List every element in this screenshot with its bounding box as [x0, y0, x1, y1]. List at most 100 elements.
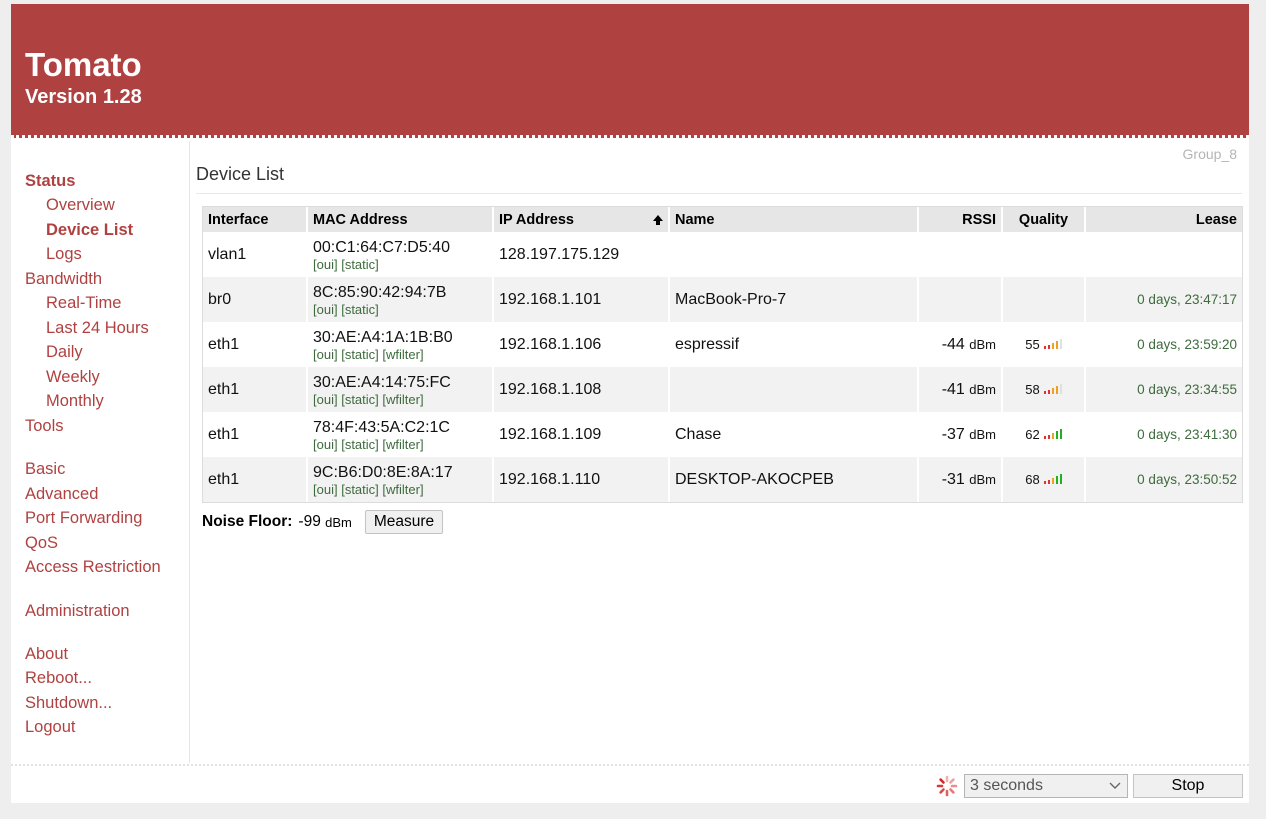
sidebar-item-status[interactable]: Status	[25, 171, 75, 191]
cell-rssi: -31 dBm	[918, 457, 1003, 502]
static-link[interactable]: [static]	[341, 347, 379, 362]
oui-link[interactable]: [oui]	[313, 347, 338, 362]
cell-lease: 0 days, 23:59:20	[1085, 322, 1242, 367]
wfilter-link[interactable]: [wfilter]	[382, 437, 423, 452]
column-header-mac[interactable]: MAC Address	[307, 207, 494, 232]
app-version: Version 1.28	[25, 86, 142, 108]
signal-bar	[1043, 345, 1046, 349]
quality-value: 68	[1025, 471, 1040, 487]
quality-value: 58	[1025, 381, 1040, 397]
sidebar-item-daily[interactable]: Daily	[46, 342, 83, 362]
signal-bar	[1047, 389, 1050, 394]
sidebar-item-device-list[interactable]: Device List	[46, 220, 133, 240]
sidebar-item-qos[interactable]: QoS	[25, 533, 58, 553]
cell-rssi: -37 dBm	[918, 412, 1003, 457]
refresh-interval-select[interactable]: 3 seconds	[964, 774, 1128, 798]
sidebar-item-real-time[interactable]: Real-Time	[46, 293, 121, 313]
column-header-name[interactable]: Name	[669, 207, 919, 232]
sidebar-item-advanced[interactable]: Advanced	[25, 484, 98, 504]
cell-lease: 0 days, 23:47:17	[1085, 277, 1242, 322]
group-label: Group_8	[1182, 146, 1237, 162]
signal-bar	[1059, 473, 1062, 484]
loading-spinner-icon	[936, 775, 958, 797]
wfilter-link[interactable]: [wfilter]	[382, 392, 423, 407]
mac-links: [oui] [static] [wfilter]	[313, 392, 487, 408]
mac-links: [oui] [static] [wfilter]	[313, 437, 487, 453]
cell-ip: 192.168.1.110	[493, 457, 670, 502]
signal-bar	[1043, 435, 1046, 439]
cell-interface: br0	[203, 277, 308, 322]
table-row: eth1 9C:B6:D0:8E:8A:17 [oui] [static] [wfi…	[203, 457, 1242, 502]
table-body: vlan1 00:C1:64:C7:D5:40 [oui] [static] 128.…	[203, 232, 1242, 502]
sidebar-item-administration[interactable]: Administration	[25, 601, 130, 621]
sidebar-item-overview[interactable]: Overview	[46, 195, 115, 215]
static-link[interactable]: [static]	[341, 302, 379, 317]
static-link[interactable]: [static]	[341, 257, 379, 272]
mac-address: 00:C1:64:C7:D5:40	[313, 239, 450, 256]
static-link[interactable]: [static]	[341, 392, 379, 407]
oui-link[interactable]: [oui]	[313, 482, 338, 497]
signal-bar	[1043, 390, 1046, 394]
sidebar-item-about[interactable]: About	[25, 644, 68, 664]
sidebar-item-shutdown[interactable]: Shutdown...	[25, 693, 112, 713]
oui-link[interactable]: [oui]	[313, 392, 338, 407]
sidebar-item-logout[interactable]: Logout	[25, 717, 75, 737]
mac-links: [oui] [static] [wfilter]	[313, 482, 487, 498]
sidebar-item-tools[interactable]: Tools	[25, 416, 64, 436]
mac-links: [oui] [static]	[313, 302, 487, 318]
sidebar-item-last-24-hours[interactable]: Last 24 Hours	[46, 318, 149, 338]
column-header-rssi[interactable]: RSSI	[918, 207, 1003, 232]
sidebar-item-logs[interactable]: Logs	[46, 244, 82, 264]
column-header-ip[interactable]: IP Address	[493, 207, 670, 232]
rssi-unit: dBm	[969, 381, 996, 397]
signal-bar	[1055, 475, 1058, 484]
cell-ip: 192.168.1.101	[493, 277, 670, 322]
stop-button[interactable]: Stop	[1133, 774, 1243, 798]
column-header-interface[interactable]: Interface	[203, 207, 308, 232]
sidebar-item-port-forwarding[interactable]: Port Forwarding	[25, 508, 142, 528]
signal-bar	[1047, 479, 1050, 484]
mac-links: [oui] [static]	[313, 257, 487, 273]
rssi-value: -44	[941, 335, 965, 353]
cell-lease: 0 days, 23:50:52	[1085, 457, 1242, 502]
static-link[interactable]: [static]	[341, 437, 379, 452]
sidebar-item-access-restriction[interactable]: Access Restriction	[25, 557, 161, 577]
cell-name: Chase	[669, 412, 919, 457]
column-header-ip-label: IP Address	[499, 211, 574, 228]
cell-mac: 00:C1:64:C7:D5:40 [oui] [static]	[307, 232, 494, 277]
cell-mac: 30:AE:A4:14:75:FC [oui] [static] [wfilter…	[307, 367, 494, 412]
column-header-lease[interactable]: Lease	[1085, 207, 1242, 232]
sidebar-item-reboot[interactable]: Reboot...	[25, 668, 92, 688]
static-link[interactable]: [static]	[341, 482, 379, 497]
signal-bars-icon	[1043, 473, 1066, 484]
cell-rssi	[918, 232, 1003, 277]
cell-mac: 78:4F:43:5A:C2:1C [oui] [static] [wfilter…	[307, 412, 494, 457]
cell-quality	[1002, 232, 1086, 277]
cell-ip: 192.168.1.106	[493, 322, 670, 367]
mac-address: 8C:85:90:42:94:7B	[313, 284, 447, 301]
oui-link[interactable]: [oui]	[313, 437, 338, 452]
table-row: vlan1 00:C1:64:C7:D5:40 [oui] [static] 128.…	[203, 232, 1242, 277]
mac-links: [oui] [static] [wfilter]	[313, 347, 487, 363]
oui-link[interactable]: [oui]	[313, 257, 338, 272]
sidebar-item-basic[interactable]: Basic	[25, 459, 65, 479]
oui-link[interactable]: [oui]	[313, 302, 338, 317]
wfilter-link[interactable]: [wfilter]	[382, 347, 423, 362]
table-header-row: Interface MAC Address IP Address Name RS…	[203, 207, 1242, 232]
header-banner: Tomato Version 1.28	[11, 4, 1249, 138]
wfilter-link[interactable]: [wfilter]	[382, 482, 423, 497]
column-header-quality[interactable]: Quality	[1002, 207, 1086, 232]
rssi-value: -41	[941, 380, 965, 398]
signal-bar	[1055, 430, 1058, 439]
measure-button[interactable]: Measure	[364, 510, 444, 534]
sidebar-item-bandwidth[interactable]: Bandwidth	[25, 269, 102, 289]
signal-bar	[1051, 387, 1054, 394]
noise-floor-unit: dBm	[325, 514, 352, 530]
sidebar-item-monthly[interactable]: Monthly	[46, 391, 104, 411]
signal-bar	[1051, 477, 1054, 484]
signal-bar	[1059, 428, 1062, 439]
sort-ascending-icon	[653, 215, 663, 225]
refresh-interval-value: 3 seconds	[970, 777, 1043, 794]
sidebar-item-weekly[interactable]: Weekly	[46, 367, 100, 387]
rssi-value: -37	[941, 425, 965, 443]
